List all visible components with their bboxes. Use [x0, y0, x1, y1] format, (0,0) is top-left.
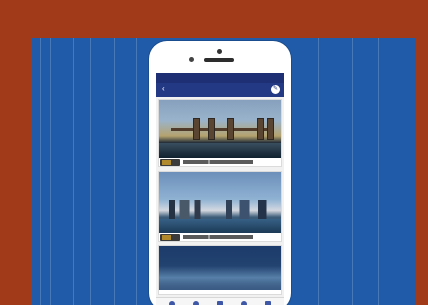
home-icon[interactable]	[169, 301, 175, 305]
caption-text	[183, 235, 273, 239]
header-title	[176, 87, 226, 91]
card-caption	[159, 233, 281, 241]
bridge-tower	[208, 118, 215, 140]
profile-icon[interactable]	[265, 301, 271, 305]
bridge-city-dusk-photo	[159, 100, 281, 158]
panel-stripe	[378, 38, 379, 305]
panel-stripe	[114, 38, 115, 305]
grid-icon[interactable]	[217, 301, 223, 305]
night-city-photo	[159, 246, 281, 290]
feed-card[interactable]	[158, 99, 282, 167]
tab-bar	[156, 297, 284, 305]
panel-stripe	[40, 38, 41, 305]
bridge-shape	[171, 128, 269, 148]
panel-stripe	[352, 38, 353, 305]
water-reflection	[159, 219, 281, 233]
mockup-canvas: ‹ ✎	[0, 0, 428, 305]
feed-card[interactable]	[158, 171, 282, 242]
panel-stripe	[318, 38, 319, 305]
feed-card[interactable]	[158, 245, 282, 295]
phone-screen: ‹ ✎	[156, 73, 284, 305]
phone-mockup: ‹ ✎	[149, 41, 291, 305]
bridge-tower	[257, 118, 264, 140]
panel-stripe	[136, 38, 137, 305]
source-logo	[160, 234, 180, 241]
edit-icon[interactable]: ✎	[271, 85, 280, 94]
caption-text	[183, 160, 273, 164]
bridge-tower	[267, 118, 274, 140]
panel-stripe	[50, 38, 51, 305]
speaker-slot	[204, 58, 234, 62]
status-bar	[156, 73, 284, 83]
app-header: ‹ ✎	[156, 83, 284, 97]
bridge-tower	[227, 118, 234, 140]
card-caption	[159, 158, 281, 166]
skyline-water-photo	[159, 172, 281, 233]
bridge-tower	[193, 118, 200, 140]
panel-stripe	[73, 38, 74, 305]
map-icon[interactable]	[241, 301, 247, 305]
city-glow	[159, 276, 281, 290]
chevron-left-icon[interactable]: ‹	[162, 85, 165, 93]
list-icon[interactable]	[193, 301, 199, 305]
panel-stripe	[90, 38, 91, 305]
source-logo	[160, 159, 180, 166]
sensor-dot	[189, 57, 194, 62]
camera-dot	[217, 49, 222, 54]
